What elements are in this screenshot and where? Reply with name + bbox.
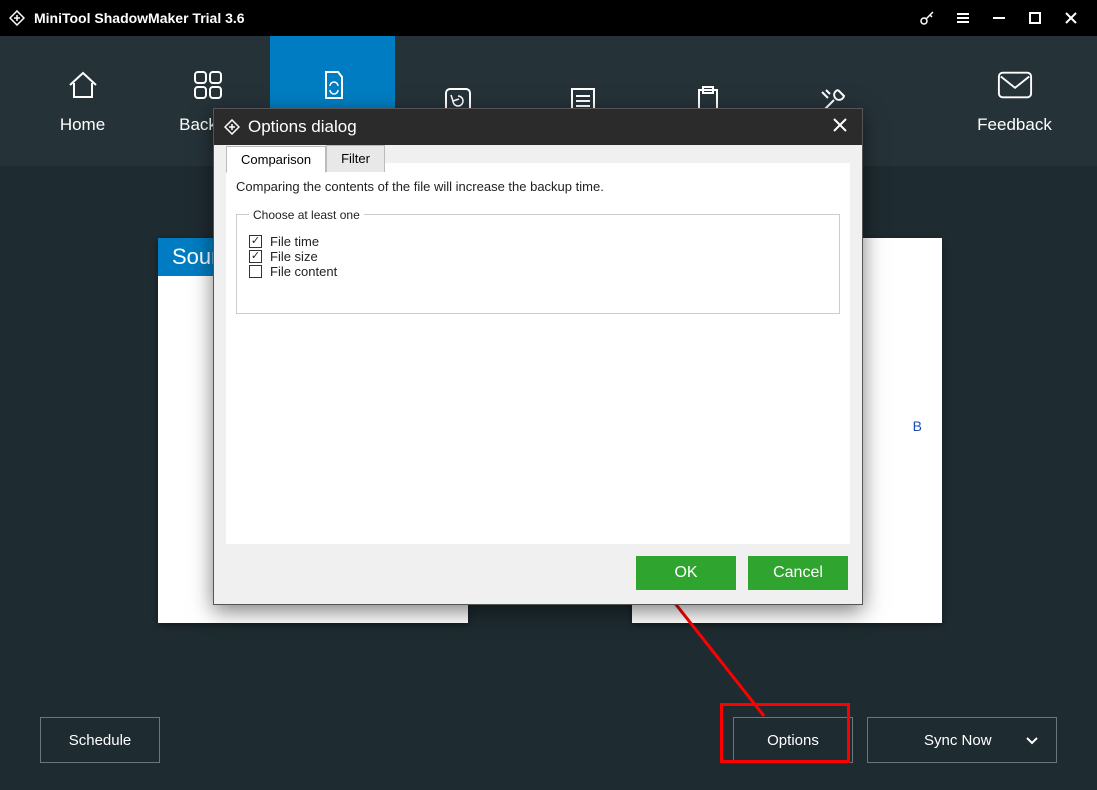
file-sync-icon bbox=[315, 67, 351, 103]
cancel-button[interactable]: Cancel bbox=[748, 556, 848, 590]
ok-button[interactable]: OK bbox=[636, 556, 736, 590]
home-icon bbox=[65, 67, 101, 103]
nav-label: Home bbox=[60, 115, 105, 135]
close-icon[interactable] bbox=[1053, 0, 1089, 36]
options-button[interactable]: Options bbox=[733, 717, 853, 763]
key-icon[interactable] bbox=[909, 0, 945, 36]
caret-down-icon bbox=[1026, 732, 1038, 749]
tab-filter[interactable]: Filter bbox=[326, 145, 385, 172]
check-file-content[interactable]: File content bbox=[249, 264, 827, 279]
app-logo-icon bbox=[8, 9, 26, 27]
check-label: File content bbox=[270, 264, 337, 279]
nav-home[interactable]: Home bbox=[20, 36, 145, 166]
dialog-body: Comparison Filter Comparing the contents… bbox=[226, 163, 850, 544]
tab-content: Comparing the contents of the file will … bbox=[226, 163, 850, 324]
check-label: File size bbox=[270, 249, 318, 264]
options-dialog: Options dialog Comparison Filter Compari… bbox=[213, 108, 863, 605]
menu-icon[interactable] bbox=[945, 0, 981, 36]
choose-fieldset: Choose at least one ✓ File time ✓ File s… bbox=[236, 214, 840, 314]
nav-feedback[interactable]: Feedback bbox=[952, 36, 1077, 166]
check-file-size[interactable]: ✓ File size bbox=[249, 249, 827, 264]
dialog-tabs: Comparison Filter bbox=[226, 145, 385, 172]
fieldset-legend: Choose at least one bbox=[249, 208, 364, 222]
maximize-icon[interactable] bbox=[1017, 0, 1053, 36]
dialog-description: Comparing the contents of the file will … bbox=[236, 179, 840, 194]
check-label: File time bbox=[270, 234, 319, 249]
mail-icon bbox=[997, 67, 1033, 103]
sync-now-label: Sync Now bbox=[924, 732, 992, 749]
check-file-time[interactable]: ✓ File time bbox=[249, 234, 827, 249]
dialog-logo-icon bbox=[224, 119, 240, 135]
app-title: MiniTool ShadowMaker Trial 3.6 bbox=[34, 10, 245, 26]
minimize-icon[interactable] bbox=[981, 0, 1017, 36]
titlebar: MiniTool ShadowMaker Trial 3.6 bbox=[0, 0, 1097, 36]
grid-icon bbox=[190, 67, 226, 103]
dialog-header: Options dialog bbox=[214, 109, 862, 145]
checkbox-icon: ✓ bbox=[249, 250, 262, 263]
dialog-close-icon[interactable] bbox=[828, 117, 852, 138]
checkbox-icon: ✓ bbox=[249, 235, 262, 248]
nav-label: Feedback bbox=[977, 115, 1052, 135]
dialog-footer: OK Cancel bbox=[214, 556, 862, 604]
checkbox-icon bbox=[249, 265, 262, 278]
sync-now-button[interactable]: Sync Now bbox=[867, 717, 1057, 763]
schedule-button[interactable]: Schedule bbox=[40, 717, 160, 763]
tab-comparison[interactable]: Comparison bbox=[226, 146, 326, 173]
bottom-bar: Schedule Options Sync Now bbox=[0, 690, 1097, 790]
dialog-title: Options dialog bbox=[248, 117, 357, 137]
